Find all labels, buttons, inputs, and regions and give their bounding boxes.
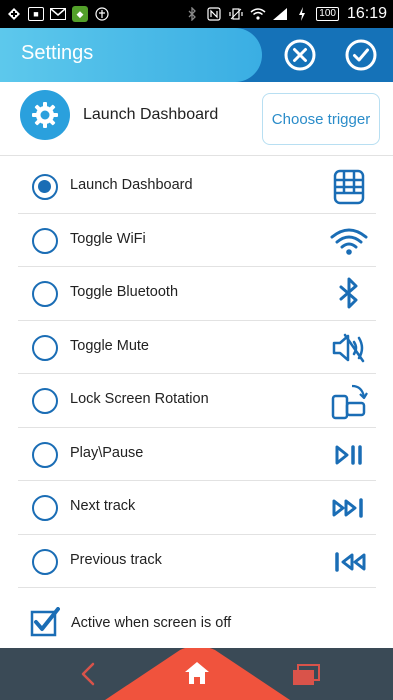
option-label: Lock Screen Rotation xyxy=(70,391,209,407)
action-options-list: Launch Dashboard Toggle WiFi Toggle Blue… xyxy=(18,160,376,588)
option-label: Previous track xyxy=(70,551,162,568)
option-label: Next track xyxy=(70,498,136,514)
status-clock: 16:19 xyxy=(346,5,387,22)
vibrate-icon xyxy=(228,6,244,22)
option-next-track[interactable]: Next track xyxy=(18,481,376,535)
checkbox-checked-icon[interactable] xyxy=(30,607,60,637)
confirm-button[interactable] xyxy=(345,39,377,71)
option-launch-dashboard[interactable]: Launch Dashboard xyxy=(18,160,376,214)
option-label: Launch Dashboard xyxy=(70,177,193,193)
option-previous-track[interactable]: Previous track xyxy=(18,535,376,588)
radio-button[interactable] xyxy=(32,334,58,361)
radio-button[interactable] xyxy=(32,495,58,521)
wifi-icon xyxy=(330,228,368,255)
app-header: Settings xyxy=(0,28,393,82)
radio-button[interactable] xyxy=(32,388,58,414)
trigger-label: Launch Dashboard xyxy=(83,106,219,123)
radio-button[interactable] xyxy=(32,174,58,200)
option-play-pause[interactable]: Play\Pause xyxy=(18,428,376,481)
signal-icon xyxy=(272,6,288,22)
previous-track-icon xyxy=(335,551,366,572)
cancel-button[interactable] xyxy=(284,39,316,71)
check-circle-icon xyxy=(345,39,377,71)
gmail-icon xyxy=(50,6,66,22)
accessibility-icon xyxy=(94,6,110,22)
recent-apps-icon[interactable] xyxy=(292,664,320,686)
dashboard-grid-icon xyxy=(333,169,365,205)
status-right: 100 16:19 xyxy=(184,5,387,23)
status-left: ■ ◆ xyxy=(6,6,110,22)
option-toggle-wifi[interactable]: Toggle WiFi xyxy=(18,214,376,267)
bottom-navigation xyxy=(0,648,393,700)
gear-icon xyxy=(20,90,70,140)
back-chevron-icon[interactable] xyxy=(78,662,98,686)
home-icon[interactable] xyxy=(184,660,210,686)
radio-button[interactable] xyxy=(32,548,58,575)
page-title: Settings xyxy=(21,42,94,64)
choose-trigger-button[interactable]: Choose trigger xyxy=(262,93,380,145)
screen-rotation-icon xyxy=(331,384,368,420)
screen-off-setting[interactable]: Active when screen is off xyxy=(30,607,360,639)
wifi-status-icon xyxy=(250,6,266,22)
nfc-icon xyxy=(206,6,222,22)
plus-notification-icon xyxy=(6,6,22,22)
radio-button[interactable] xyxy=(32,441,58,468)
option-lock-screen-rotation[interactable]: Lock Screen Rotation xyxy=(18,374,376,428)
battery-level: 100 xyxy=(316,7,339,21)
close-circle-icon xyxy=(284,39,316,71)
option-label: Toggle Bluetooth xyxy=(70,284,179,300)
radio-button[interactable] xyxy=(32,281,58,307)
radio-button[interactable] xyxy=(32,227,58,254)
option-label: Toggle Mute xyxy=(70,337,149,354)
charging-icon xyxy=(294,6,310,22)
mute-speaker-icon xyxy=(332,333,365,362)
trigger-row: Launch Dashboard Choose trigger xyxy=(0,82,393,156)
calendar-notification-icon: ■ xyxy=(28,7,44,21)
option-label: Toggle WiFi xyxy=(70,230,146,247)
bluetooth-icon xyxy=(339,277,358,309)
next-track-icon xyxy=(332,498,363,518)
option-toggle-bluetooth[interactable]: Toggle Bluetooth xyxy=(18,267,376,321)
app-notification-icon: ◆ xyxy=(72,6,88,22)
status-bar: ■ ◆ 100 16:19 xyxy=(0,0,393,28)
bluetooth-status-icon xyxy=(184,6,200,22)
screen-off-label: Active when screen is off xyxy=(71,615,232,631)
option-toggle-mute[interactable]: Toggle Mute xyxy=(18,321,376,374)
option-label: Play\Pause xyxy=(70,444,144,461)
play-pause-icon xyxy=(335,444,362,465)
